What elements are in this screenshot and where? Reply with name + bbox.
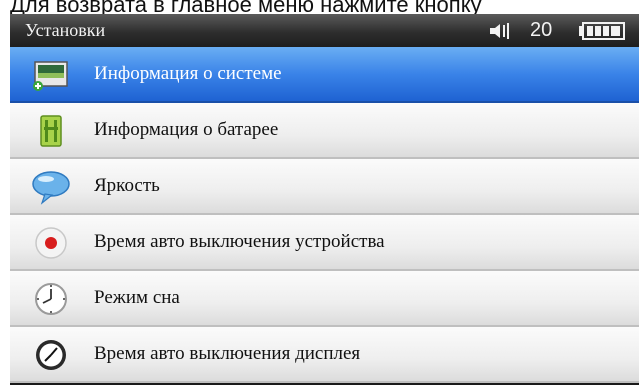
menu-item-battery-info[interactable]: Информация о батарее	[10, 103, 639, 159]
volume-level: 20	[530, 19, 553, 41]
menu-item-system-info[interactable]: Информация о системе	[10, 47, 639, 103]
screen-title: Установки	[25, 20, 106, 40]
menu-item-label: Режим сна	[94, 287, 180, 308]
clock-icon	[35, 283, 67, 315]
menu-item-auto-power-off[interactable]: Время авто выключения устройства	[10, 215, 639, 271]
menu-item-sleep-mode[interactable]: Режим сна	[10, 271, 639, 327]
settings-menu: Информация о системе Информация о батаре…	[10, 47, 639, 383]
status-bar: Установки 20	[10, 14, 639, 47]
menu-item-label: Время авто выключения устройства	[94, 231, 385, 252]
timer-icon	[36, 340, 66, 370]
menu-item-brightness[interactable]: Яркость	[10, 159, 639, 215]
system-info-icon	[33, 61, 68, 91]
speaker-icon	[490, 23, 509, 39]
battery-info-icon	[40, 115, 62, 147]
brightness-bubble-icon	[32, 171, 70, 205]
battery-full-icon	[579, 22, 625, 40]
menu-item-label: Время авто выключения дисплея	[94, 343, 361, 364]
menu-item-label: Яркость	[94, 175, 160, 196]
record-dot-icon	[35, 227, 67, 259]
menu-item-display-off[interactable]: Время авто выключения дисплея	[10, 327, 639, 383]
menu-item-label: Информация о системе	[94, 63, 282, 84]
menu-item-label: Информация о батарее	[94, 119, 279, 140]
device-screen: Установки 20 Информация о системе Информ…	[10, 14, 639, 385]
